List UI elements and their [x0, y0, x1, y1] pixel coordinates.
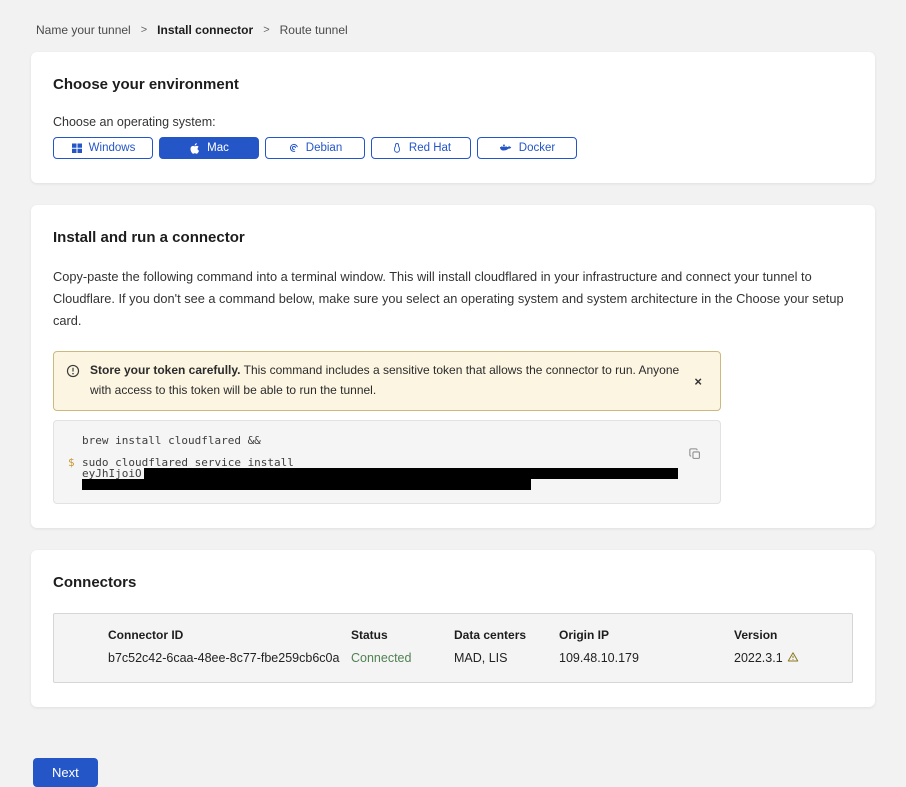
choose-environment-card: Choose your environment Choose an operat… [31, 52, 875, 183]
version-warning-icon [787, 651, 799, 666]
code-line-token: eyJhIjoiO [68, 468, 706, 479]
os-button-group: Windows Mac Debian Red Hat [53, 137, 853, 159]
os-button-label: Debian [306, 142, 342, 154]
cell-data-centers: MAD, LIS [454, 651, 559, 666]
version-value: 2022.3.1 [734, 651, 783, 665]
install-connector-title: Install and run a connector [53, 229, 853, 246]
os-button-windows[interactable]: Windows [53, 137, 153, 159]
code-line-sudo: $ sudo cloudflared service install [68, 457, 706, 468]
connectors-table: Connector ID Status Data centers Origin … [53, 613, 853, 683]
breadcrumb: Name your tunnel > Install connector > R… [31, 0, 875, 52]
shell-prompt: $ [68, 457, 82, 468]
apple-logo-icon [189, 142, 201, 155]
copy-command-button[interactable] [688, 447, 702, 464]
windows-logo-icon [71, 142, 83, 154]
token-prefix: eyJhIjoiO [82, 468, 142, 479]
warning-close-button[interactable]: × [690, 372, 706, 391]
os-button-label: Docker [519, 142, 555, 154]
col-header-version: Version [734, 628, 842, 642]
code-text-brew: brew install cloudflared && [82, 435, 261, 446]
os-button-label: Red Hat [409, 142, 451, 154]
os-button-label: Windows [89, 142, 136, 154]
install-command-code-block: brew install cloudflared && $ sudo cloud… [53, 420, 721, 504]
connectors-card: Connectors Connector ID Status Data cent… [31, 550, 875, 707]
tunnel-setup-page: Name your tunnel > Install connector > R… [0, 0, 906, 787]
docker-logo-icon [499, 142, 513, 154]
connectors-title: Connectors [53, 574, 853, 591]
breadcrumb-separator: > [263, 24, 269, 36]
cell-status: Connected [351, 651, 454, 666]
token-warning-bold: Store your token carefully. [90, 363, 241, 377]
cell-version: 2022.3.1 [734, 651, 842, 666]
cell-connector-id: b7c52c42-6caa-48ee-8c77-fbe259cb6c0a [108, 651, 351, 666]
token-warning-text: Store your token carefully. This command… [90, 361, 680, 401]
next-button[interactable]: Next [33, 758, 98, 787]
col-header-status: Status [351, 628, 454, 642]
breadcrumb-separator: > [141, 24, 147, 36]
redhat-logo-icon [391, 142, 403, 154]
alert-circle-icon [66, 364, 80, 385]
os-button-label: Mac [207, 142, 229, 154]
redacted-token-bar [82, 479, 531, 490]
os-button-debian[interactable]: Debian [265, 137, 365, 159]
code-line-token-2 [68, 479, 706, 490]
breadcrumb-route-tunnel[interactable]: Route tunnel [280, 23, 348, 37]
os-button-mac[interactable]: Mac [159, 137, 259, 159]
breadcrumb-name-your-tunnel[interactable]: Name your tunnel [36, 23, 131, 37]
install-description: Copy-paste the following command into a … [53, 266, 853, 331]
token-warning-banner: Store your token carefully. This command… [53, 351, 721, 411]
redacted-token-bar [144, 468, 678, 479]
os-button-redhat[interactable]: Red Hat [371, 137, 471, 159]
os-select-label: Choose an operating system: [53, 115, 853, 129]
col-header-connector-id: Connector ID [108, 628, 351, 642]
debian-logo-icon [288, 142, 300, 154]
code-line-brew: brew install cloudflared && [68, 435, 706, 446]
choose-environment-title: Choose your environment [53, 76, 853, 93]
install-connector-card: Install and run a connector Copy-paste t… [31, 205, 875, 528]
col-header-origin-ip: Origin IP [559, 628, 734, 642]
os-button-docker[interactable]: Docker [477, 137, 577, 159]
breadcrumb-install-connector[interactable]: Install connector [157, 23, 253, 37]
col-header-data-centers: Data centers [454, 628, 559, 642]
cell-origin-ip: 109.48.10.179 [559, 651, 734, 666]
